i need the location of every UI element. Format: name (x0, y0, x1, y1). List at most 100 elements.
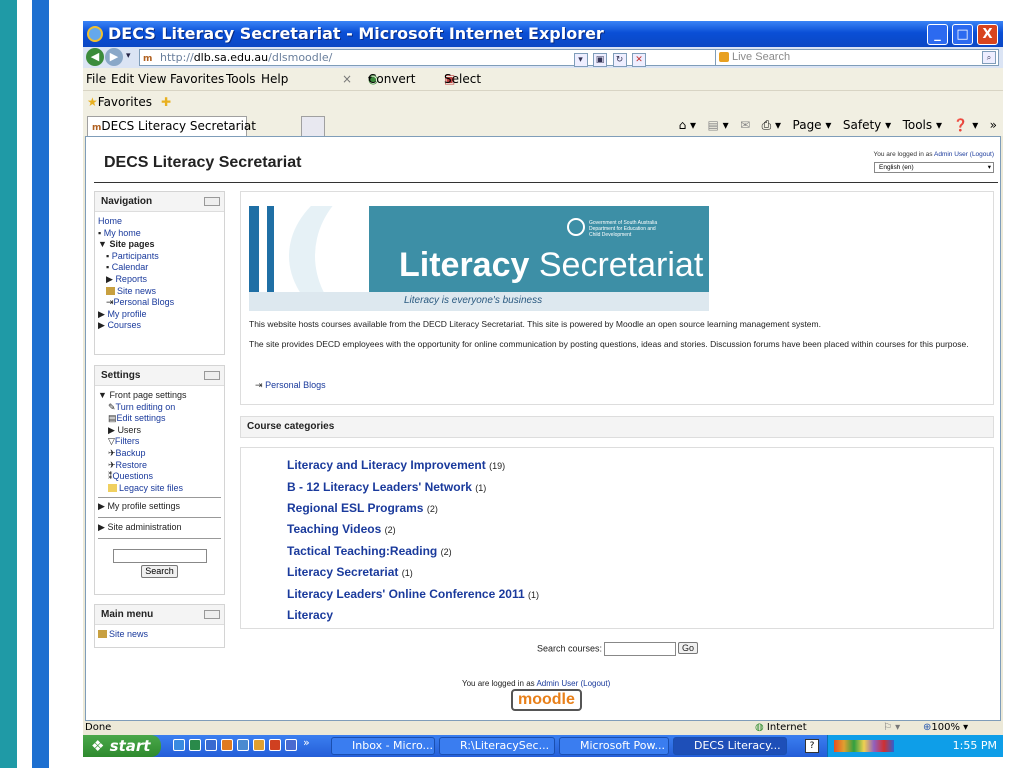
close-button[interactable]: X (977, 24, 998, 45)
category-link[interactable]: Teaching Videos (2) (287, 522, 396, 536)
nav-home[interactable]: Home (98, 216, 221, 228)
nav-site-news[interactable]: Site news (117, 286, 156, 296)
toolbar-close-icon[interactable]: × (342, 68, 352, 90)
quicklaunch-outlook-icon[interactable] (205, 739, 217, 751)
footer-logout-link[interactable]: (Logout) (580, 679, 610, 688)
turn-editing-on-link[interactable]: Turn editing on (116, 402, 176, 412)
compat-view-icon[interactable]: ▣ (593, 53, 607, 67)
favorites-button[interactable]: ★Favorites (87, 91, 152, 113)
category-link[interactable]: Literacy Leaders' Online Conference 2011… (287, 587, 539, 601)
category-link[interactable]: Literacy Secretariat (1) (287, 565, 413, 579)
tab-decs-literacy[interactable]: mDECS Literacy Secretariat (87, 116, 256, 136)
help-icon[interactable]: ❓ (953, 118, 968, 132)
forward-icon[interactable]: ▶ (105, 48, 123, 66)
history-dropdown-icon[interactable]: ▾ (126, 50, 131, 61)
front-page-settings[interactable]: Front page settings (109, 390, 186, 400)
block-collapse-icon[interactable] (204, 371, 220, 380)
search-courses-input[interactable] (604, 642, 677, 656)
filter-icon: ▽ (108, 436, 115, 447)
print-icon[interactable]: ⎙ (762, 118, 772, 132)
menu-favorites[interactable]: Favorites (170, 68, 224, 90)
quicklaunch-app-icon[interactable] (253, 739, 265, 751)
category-link[interactable]: Literacy (287, 608, 333, 622)
refresh-icon[interactable]: ↻ (612, 53, 627, 67)
quicklaunch-more-icon[interactable]: » (303, 736, 310, 749)
search-courses-go-button[interactable]: Go (678, 642, 699, 655)
menu-tools[interactable]: Tools (226, 68, 256, 90)
zoom-control[interactable]: ⊕100% ▾ (923, 721, 968, 735)
start-button[interactable]: ❖ start (83, 735, 161, 757)
page-menu[interactable]: Page ▾ (793, 118, 832, 132)
main-menu-site-news[interactable]: Site news (109, 629, 148, 639)
back-icon[interactable]: ◀ (86, 48, 104, 66)
user-link[interactable]: Admin User (934, 151, 968, 158)
personal-blogs-link[interactable]: ⇥ Personal Blogs (255, 380, 326, 391)
block-collapse-icon[interactable] (204, 610, 220, 619)
minimize-button[interactable]: _ (927, 24, 948, 45)
settings-search-input[interactable] (112, 548, 207, 563)
nav-personal-blogs[interactable]: Personal Blogs (114, 297, 175, 307)
nav-reports[interactable]: Reports (115, 274, 147, 284)
add-favorite-icon[interactable]: ✚ (161, 91, 171, 113)
tools-menu[interactable]: Tools ▾ (903, 118, 942, 132)
taskbar-item-inbox[interactable]: Inbox - Micro... (331, 737, 435, 755)
new-tab-button[interactable] (301, 116, 325, 136)
users-link[interactable]: Users (117, 425, 141, 435)
nav-participants[interactable]: Participants (112, 251, 159, 261)
category-link[interactable]: Regional ESL Programs (2) (287, 501, 438, 515)
legacy-files-link[interactable]: Legacy site files (119, 483, 183, 493)
safety-menu[interactable]: Safety ▾ (843, 118, 891, 132)
category-link[interactable]: B - 12 Literacy Leaders' Network (1) (287, 480, 486, 494)
nav-site-pages[interactable]: Site pages (109, 239, 154, 249)
quicklaunch-excel-icon[interactable] (189, 739, 201, 751)
quicklaunch-word-icon[interactable] (285, 739, 297, 751)
settings-search-button[interactable]: Search (141, 564, 178, 579)
my-profile-settings[interactable]: My profile settings (107, 501, 180, 511)
language-select[interactable]: English (en) ▾ (874, 162, 994, 173)
menu-edit[interactable]: Edit (111, 68, 134, 90)
convert-button[interactable]: ◉ Convert ▾ (368, 68, 415, 90)
taskbar-item-powerpoint[interactable]: Microsoft Pow... (559, 737, 669, 755)
logout-link[interactable]: (Logout) (970, 151, 994, 158)
block-collapse-icon[interactable] (204, 197, 220, 206)
nav-courses[interactable]: Courses (107, 320, 141, 330)
footer-user-link[interactable]: Admin User (536, 679, 578, 688)
category-link[interactable]: Literacy and Literacy Improvement (19) (287, 458, 505, 472)
nav-my-profile[interactable]: My profile (107, 309, 146, 319)
maximize-button[interactable]: □ (952, 24, 973, 45)
backup-link[interactable]: Backup (116, 448, 146, 458)
stop-icon[interactable]: ✕ (632, 53, 646, 67)
nav-calendar[interactable]: Calendar (112, 262, 149, 272)
quicklaunch-ie-icon[interactable] (173, 739, 185, 751)
restore-link[interactable]: Restore (116, 460, 148, 470)
help-tray-icon[interactable]: ? (805, 739, 819, 753)
language-value: English (en) (879, 164, 914, 171)
live-search-input[interactable]: Live Search ⌕ (715, 49, 999, 66)
status-text: Done (85, 722, 112, 733)
edit-settings-link[interactable]: Edit settings (117, 413, 166, 423)
menu-file[interactable]: File (86, 68, 106, 90)
category-count: (1) (401, 568, 413, 578)
quicklaunch-ppt-icon[interactable] (269, 739, 281, 751)
address-input[interactable]: m http://dlb.sa.edu.au/dlsmoodle/ ▾ ▣ ↻ … (139, 49, 729, 67)
protected-mode-icon[interactable]: ⚐ ▾ (883, 721, 900, 735)
filters-link[interactable]: Filters (115, 436, 140, 446)
settings-block-header: Settings (95, 366, 224, 386)
feeds-icon[interactable]: ▤ (707, 118, 718, 132)
menu-view[interactable]: View (138, 68, 166, 90)
taskbar-item-folder[interactable]: R:\LiteracySec... (439, 737, 555, 755)
nav-my-home[interactable]: My home (104, 228, 141, 238)
menu-help[interactable]: Help (261, 68, 288, 90)
tray-icons[interactable] (834, 740, 894, 752)
category-link[interactable]: Tactical Teaching:Reading (2) (287, 544, 452, 558)
quicklaunch-app-icon[interactable] (237, 739, 249, 751)
mail-icon[interactable]: ✉ (740, 118, 750, 132)
moodle-logo[interactable]: moodle (511, 689, 582, 711)
questions-link[interactable]: Questions (113, 471, 154, 481)
search-go-icon[interactable]: ⌕ (982, 51, 996, 64)
home-icon[interactable]: ⌂ (679, 118, 687, 132)
quicklaunch-firefox-icon[interactable] (221, 739, 233, 751)
address-dropdown-icon[interactable]: ▾ (573, 53, 588, 67)
site-administration[interactable]: Site administration (107, 522, 181, 532)
taskbar-item-decs-literacy[interactable]: DECS Literacy... (673, 737, 787, 755)
